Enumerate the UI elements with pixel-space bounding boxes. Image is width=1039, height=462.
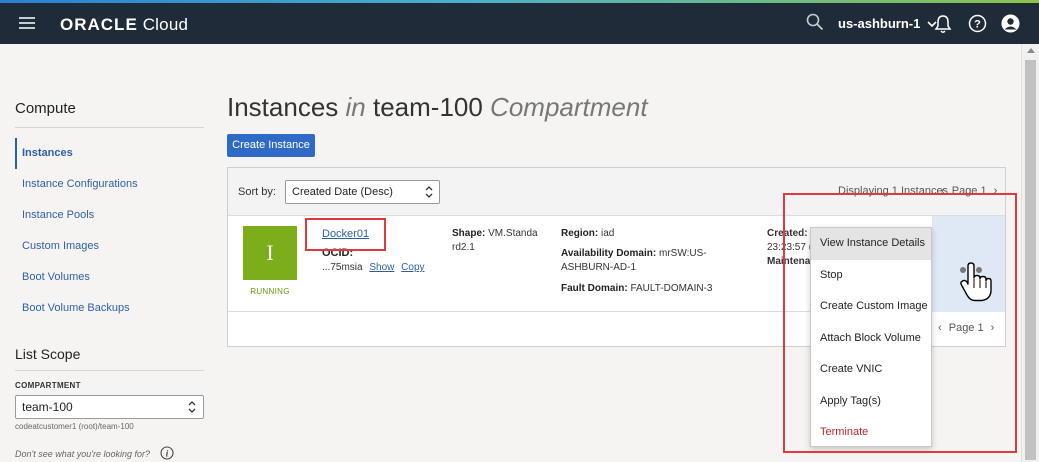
menu-icon[interactable] <box>19 17 35 30</box>
menu-item-create-vnic[interactable]: Create VNIC <box>811 354 931 386</box>
sort-by-label: Sort by: <box>238 186 276 198</box>
menu-item-view-instance-details[interactable]: View Instance Details <box>811 228 931 260</box>
availability-domain-info: Availability Domain: mrSW:US-ASHBURN-AD-… <box>561 247 731 275</box>
prev-page-icon[interactable]: ‹ <box>941 185 945 197</box>
list-scope-divider <box>15 370 204 371</box>
create-instance-button[interactable]: Create Instance <box>227 134 315 157</box>
menu-item-apply-tags[interactable]: Apply Tag(s) <box>811 386 931 418</box>
info-icon[interactable]: i <box>160 446 174 460</box>
compartment-select[interactable]: team-100 <box>15 395 204 419</box>
menu-item-terminate[interactable]: Terminate <box>811 417 931 449</box>
page-label: Page 1 <box>951 185 987 197</box>
top-navigation-bar: ORACLE Cloud us-ashburn-1 ? <box>0 3 1039 44</box>
instance-thumbnail: I <box>243 226 297 280</box>
search-icon[interactable] <box>806 13 824 31</box>
instance-actions-menu: View Instance Details Stop Create Custom… <box>810 227 932 447</box>
sort-by-select[interactable]: Created Date (Desc) <box>285 180 440 204</box>
sidebar-item-instances[interactable]: Instances <box>15 138 204 169</box>
compartment-value: team-100 <box>22 400 73 414</box>
shape-info: Shape: VM.Standa rd2.1 <box>452 227 544 255</box>
sidebar-item-boot-volume-backups[interactable]: Boot Volume Backups <box>15 293 204 324</box>
maintenance-label: Maintena <box>767 256 811 267</box>
region-label: us-ashburn-1 <box>838 16 921 31</box>
list-toolbar: Sort by: Created Date (Desc) Displaying … <box>228 168 1005 216</box>
pager-bottom: ‹ Page 1 › <box>938 322 994 334</box>
fault-domain-info: Fault Domain: FAULT-DOMAIN-3 <box>561 282 713 296</box>
page-title: Instances in team-100 Compartment <box>227 92 648 122</box>
shape-label: Shape: <box>452 228 486 239</box>
bell-icon[interactable] <box>934 14 952 34</box>
sidebar-item-instance-pools[interactable]: Instance Pools <box>15 200 204 231</box>
region-field-label: Region: <box>561 228 599 239</box>
next-page-icon[interactable]: › <box>994 185 998 197</box>
ad-label: Availability Domain: <box>561 248 657 259</box>
oracle-cloud-logo[interactable]: ORACLE Cloud <box>60 15 188 35</box>
page-label: Page 1 <box>948 322 984 334</box>
page-scrollbar[interactable] <box>1021 44 1039 462</box>
prev-page-icon[interactable]: ‹ <box>938 322 942 334</box>
instance-name-link[interactable]: Docker01 <box>322 228 369 240</box>
hand-pointer-cursor-icon <box>960 262 992 302</box>
ocid-value: ...75msia <box>322 262 363 273</box>
scroll-thumb[interactable] <box>1025 60 1036 460</box>
menu-item-attach-block-volume[interactable]: Attach Block Volume <box>811 323 931 355</box>
svg-text:?: ? <box>974 19 981 31</box>
compartment-label: COMPARTMENT <box>15 381 81 390</box>
sidebar-item-boot-volumes[interactable]: Boot Volumes <box>15 262 204 293</box>
pager-top: ‹ Page 1 › <box>941 185 997 197</box>
created-label: Created: <box>767 228 808 239</box>
next-page-icon[interactable]: › <box>991 322 995 334</box>
region-field-value: iad <box>598 228 615 239</box>
sidebar-item-instance-configurations[interactable]: Instance Configurations <box>15 169 204 200</box>
sidebar-divider <box>15 127 204 128</box>
select-updown-icon <box>188 401 196 413</box>
list-scope-title: List Scope <box>15 346 81 362</box>
user-icon[interactable] <box>1001 14 1020 33</box>
scroll-up-arrow[interactable] <box>1027 48 1035 53</box>
region-selector[interactable]: us-ashburn-1 <box>838 16 937 31</box>
sidebar-item-custom-images[interactable]: Custom Images <box>15 231 204 262</box>
help-icon[interactable]: ? <box>968 14 987 33</box>
fd-label: Fault Domain: <box>561 283 628 294</box>
svg-text:i: i <box>166 449 169 459</box>
created-value: 23:23:57 ( <box>767 242 813 253</box>
dont-see-text: Don't see what you're looking for? <box>15 449 151 459</box>
compartment-path: codeatcustomer1 (root)/team-100 <box>15 422 134 431</box>
sidebar-nav: Instances Instance Configurations Instan… <box>15 138 204 324</box>
region-info: Region: iad <box>561 227 614 241</box>
menu-item-create-custom-image[interactable]: Create Custom Image <box>811 291 931 323</box>
created-info: Created: 23:23:57 ( Maintena <box>767 227 812 269</box>
menu-item-stop[interactable]: Stop <box>811 260 931 292</box>
fd-value: FAULT-DOMAIN-3 <box>627 283 713 294</box>
select-updown-icon <box>425 186 433 198</box>
sort-by-value: Created Date (Desc) <box>292 186 393 198</box>
status-badge: RUNNING <box>250 287 290 296</box>
show-ocid-link[interactable]: Show <box>369 262 394 273</box>
sidebar-title: Compute <box>15 100 76 117</box>
displaying-count: Displaying 1 Instances <box>838 185 949 197</box>
copy-ocid-link[interactable]: Copy <box>401 262 424 273</box>
ocid-value-line: ...75msia Show Copy <box>322 262 425 273</box>
ocid-label: OCID: <box>322 247 354 259</box>
